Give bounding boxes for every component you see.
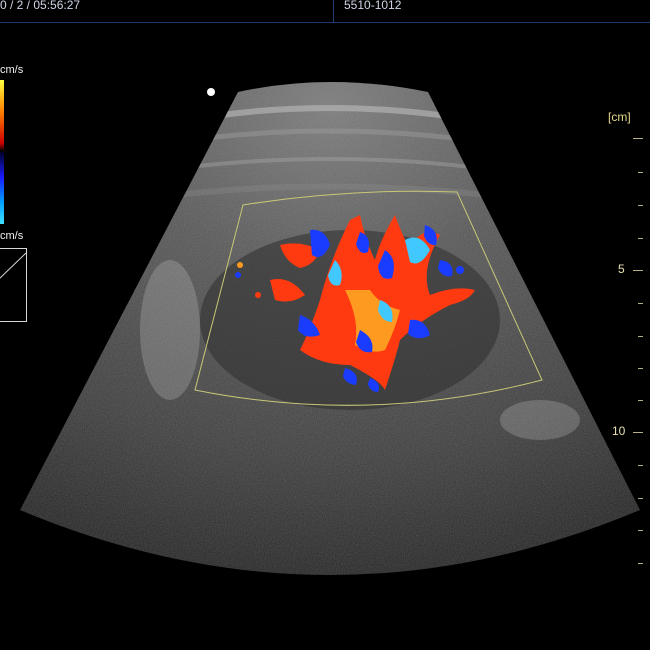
depth-tick: [638, 238, 643, 239]
velocity-unit-bottom: cm/s: [0, 230, 24, 242]
depth-label-10: 10: [612, 424, 626, 438]
velocity-unit-top: cm/s: [0, 64, 24, 76]
depth-tick: [638, 368, 643, 369]
depth-tick: [633, 270, 643, 271]
focus-marker: [207, 88, 215, 96]
depth-tick: [638, 172, 643, 173]
depth-unit-label: [cm]: [608, 110, 631, 124]
depth-tick: [638, 563, 643, 564]
depth-tick: [638, 498, 643, 499]
orientation-box: [0, 248, 27, 322]
depth-tick: [638, 205, 643, 206]
depth-tick: [638, 530, 643, 531]
depth-tick: [633, 432, 643, 433]
depth-tick: [633, 138, 643, 139]
depth-tick: [638, 400, 643, 401]
depth-tick: [638, 336, 643, 337]
depth-label-5: 5: [618, 262, 625, 276]
ultrasound-image: [20, 82, 640, 575]
velocity-colorbar-negative: [0, 152, 4, 224]
velocity-colorbar-positive: [0, 80, 4, 150]
depth-tick: [638, 465, 643, 466]
depth-tick: [638, 303, 643, 304]
